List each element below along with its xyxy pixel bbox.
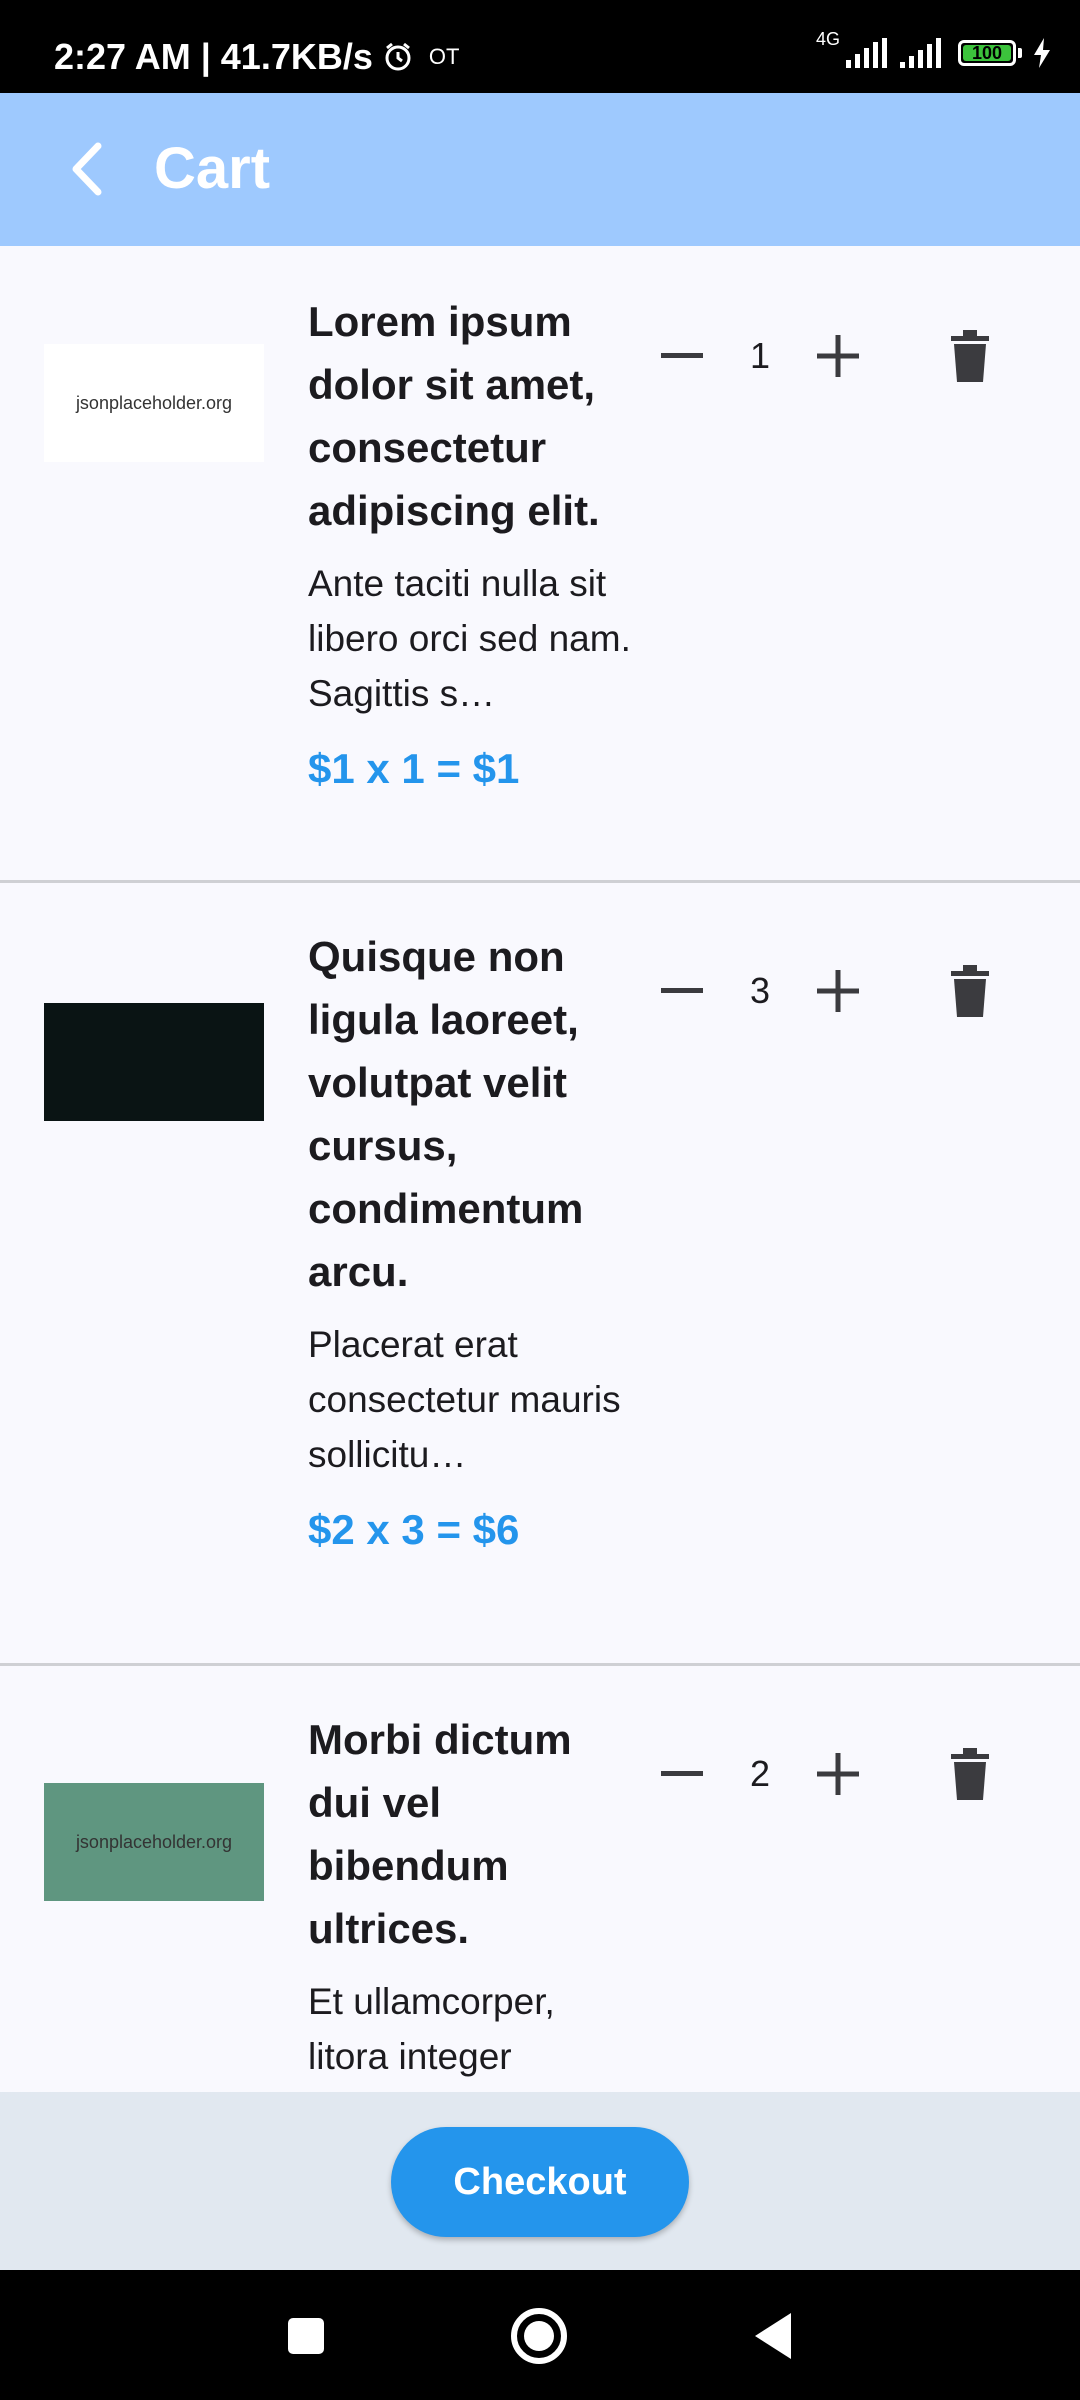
plus-icon bbox=[817, 1753, 859, 1795]
cart-list[interactable]: jsonplaceholder.org Lorem ipsum dolor si… bbox=[0, 246, 1080, 2092]
thumbnail-text: jsonplaceholder.org bbox=[75, 392, 233, 413]
item-description: Placerat erat consectetur mauris sollici… bbox=[308, 1324, 621, 1475]
thumbnail-text: jsonplaceholder.org bbox=[75, 1831, 233, 1852]
status-time-speed: 2:27 AM | 41.7KB/s bbox=[54, 36, 373, 77]
home-button[interactable] bbox=[503, 2300, 575, 2372]
home-circle-icon bbox=[511, 2308, 567, 2364]
back-arrow-icon bbox=[72, 142, 102, 196]
status-right: 4G 100 bbox=[816, 29, 1052, 68]
increase-button[interactable] bbox=[808, 326, 868, 386]
product-thumbnail bbox=[44, 1003, 264, 1121]
signal-icon-1 bbox=[846, 38, 887, 68]
checkout-button[interactable]: Checkout bbox=[391, 2127, 689, 2237]
item-description: Ante taciti nulla sit libero orci sed na… bbox=[308, 563, 631, 714]
page-title: Cart bbox=[154, 136, 271, 201]
item-info: Morbi dictum dui vel bibendum ultrices. … bbox=[308, 1708, 634, 2084]
recents-button[interactable] bbox=[270, 2300, 342, 2372]
item-info: Lorem ipsum dolor sit amet, consectetur … bbox=[308, 290, 634, 793]
back-button[interactable] bbox=[56, 133, 116, 205]
battery-icon: 100 bbox=[958, 40, 1016, 66]
cart-item: jsonplaceholder.org Morbi dictum dui vel… bbox=[0, 1666, 1080, 2092]
product-thumbnail: jsonplaceholder.org bbox=[44, 1783, 264, 1901]
back-triangle-icon bbox=[755, 2313, 791, 2359]
item-price-line: $2 x 3 = $6 bbox=[308, 1506, 520, 1553]
system-nav-bar bbox=[0, 2270, 1080, 2400]
quantity-stepper: 2 bbox=[652, 1744, 872, 1804]
carrier-tag: OT bbox=[428, 44, 460, 69]
quantity-value: 1 bbox=[749, 335, 771, 376]
quantity-value: 3 bbox=[749, 970, 771, 1011]
item-price-line: $1 x 1 = $1 bbox=[308, 745, 520, 792]
status-left: 2:27 AM | 41.7KB/s OT bbox=[54, 36, 459, 78]
recents-square-icon bbox=[288, 2318, 324, 2354]
quantity-value: 2 bbox=[749, 1753, 771, 1794]
minus-icon bbox=[661, 1771, 703, 1776]
trash-icon bbox=[951, 330, 989, 382]
back-nav-button[interactable] bbox=[737, 2300, 809, 2372]
status-bar: 2:27 AM | 41.7KB/s OT 4G 100 bbox=[0, 0, 1080, 93]
item-title: Lorem ipsum dolor sit amet, consectetur … bbox=[308, 298, 600, 534]
decrease-button[interactable] bbox=[652, 961, 712, 1021]
plus-icon bbox=[817, 970, 859, 1012]
network-type: 4G bbox=[815, 28, 840, 49]
charging-icon bbox=[1034, 38, 1050, 68]
alarm-icon bbox=[385, 42, 411, 71]
minus-icon bbox=[661, 353, 703, 358]
app-bar: Cart bbox=[0, 93, 1080, 246]
delete-button[interactable] bbox=[940, 326, 1000, 386]
signal-icon-2 bbox=[900, 38, 941, 68]
delete-button[interactable] bbox=[940, 961, 1000, 1021]
quantity-stepper: 3 bbox=[652, 961, 872, 1021]
item-description: Et ullamcorper, litora integer bbox=[308, 1981, 555, 2077]
minus-icon bbox=[661, 988, 703, 993]
delete-button[interactable] bbox=[940, 1744, 1000, 1804]
decrease-button[interactable] bbox=[652, 326, 712, 386]
cart-item: Quisque non ligula laoreet, volutpat vel… bbox=[0, 883, 1080, 1666]
product-thumbnail: jsonplaceholder.org bbox=[44, 344, 264, 462]
increase-button[interactable] bbox=[808, 961, 868, 1021]
item-title: Morbi dictum dui vel bibendum ultrices. bbox=[308, 1716, 572, 1952]
battery-level: 100 bbox=[971, 42, 1003, 63]
plus-icon bbox=[817, 335, 859, 377]
increase-button[interactable] bbox=[808, 1744, 868, 1804]
trash-icon bbox=[951, 965, 989, 1017]
quantity-stepper: 1 bbox=[652, 326, 872, 386]
cart-item: jsonplaceholder.org Lorem ipsum dolor si… bbox=[0, 246, 1080, 883]
battery-tip bbox=[1018, 48, 1022, 58]
decrease-button[interactable] bbox=[652, 1744, 712, 1804]
item-info: Quisque non ligula laoreet, volutpat vel… bbox=[308, 925, 634, 1554]
checkout-bar: Checkout bbox=[0, 2092, 1080, 2270]
trash-icon bbox=[951, 1748, 989, 1800]
item-title: Quisque non ligula laoreet, volutpat vel… bbox=[308, 933, 584, 1295]
